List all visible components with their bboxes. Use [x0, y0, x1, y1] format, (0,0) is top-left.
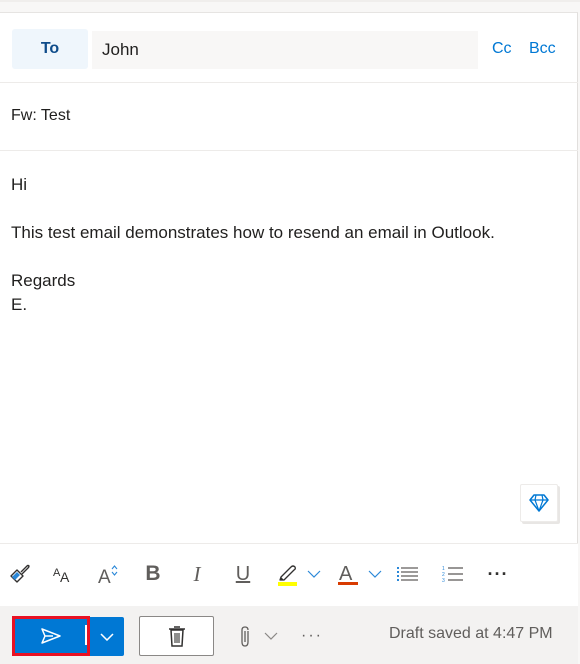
format-painter-button[interactable] [6, 560, 32, 588]
highlighter-icon [278, 565, 297, 586]
bold-button[interactable]: B [142, 560, 164, 588]
editor-button[interactable] [520, 484, 558, 522]
font-color-button[interactable]: A [336, 560, 360, 588]
to-button[interactable]: To [12, 29, 88, 69]
send-divider [85, 625, 87, 645]
paintbrush-icon [10, 564, 30, 583]
highlight-dropdown[interactable] [305, 560, 323, 588]
compose-pane: To John Cc Bcc Fw: Test Hi This test ema… [0, 12, 578, 664]
trash-icon [168, 626, 185, 647]
chevron-down-icon [307, 570, 321, 578]
svg-text:A: A [98, 567, 111, 585]
send-options-dropdown[interactable] [90, 617, 124, 656]
send-icon [41, 628, 61, 644]
action-bar: ··· Draft saved at 4:47 PM [0, 606, 578, 664]
window-top-strip [0, 0, 580, 12]
grow-font-button[interactable]: A [96, 560, 122, 588]
italic-button[interactable]: I [186, 560, 208, 588]
bullets-button[interactable] [396, 560, 420, 588]
chevron-down-icon [264, 632, 278, 640]
body-line: Hi [11, 175, 28, 194]
more-formatting-button[interactable]: ··· [484, 560, 512, 588]
underline-button[interactable]: U [231, 560, 255, 588]
subject-text: Fw: Test [11, 107, 71, 124]
highlight-button[interactable] [274, 560, 300, 588]
send-button[interactable] [12, 616, 90, 656]
discard-button[interactable] [139, 616, 214, 656]
body-line: Regards [11, 271, 76, 290]
chevron-down-icon [100, 632, 114, 641]
grow-font-icon: A [98, 565, 118, 585]
chevron-down-icon [368, 570, 382, 578]
font-size-button[interactable]: A A [50, 560, 76, 588]
font-color-icon: A [338, 563, 358, 585]
numbered-list-icon: 123 [442, 566, 463, 582]
bcc-link[interactable]: Bcc [529, 40, 556, 58]
to-row: To John Cc Bcc [0, 13, 578, 83]
more-actions-button[interactable]: ··· [298, 624, 326, 648]
diamond-icon [529, 494, 549, 512]
bullet-list-icon [397, 567, 418, 581]
body-line: E. [11, 295, 28, 314]
message-body[interactable]: Hi This test email demonstrates how to r… [0, 151, 578, 544]
svg-text:A: A [339, 563, 353, 585]
attach-dropdown[interactable] [261, 626, 281, 646]
font-size-icon: A A [53, 567, 70, 584]
formatting-toolbar: A A A B I U A 1 2 3 ··· [0, 544, 578, 606]
numbering-button[interactable]: 123 [441, 560, 465, 588]
body-line: This test email demonstrates how to rese… [11, 223, 495, 242]
subject-field[interactable]: Fw: Test [0, 83, 578, 151]
recipient-name: John [102, 40, 139, 59]
to-input[interactable]: John [92, 31, 478, 69]
svg-text:A: A [60, 569, 70, 584]
font-color-dropdown[interactable] [366, 560, 384, 588]
svg-text:3: 3 [442, 578, 445, 582]
cc-link[interactable]: Cc [492, 40, 512, 58]
attach-button[interactable] [234, 624, 256, 650]
paperclip-icon [241, 626, 249, 647]
draft-status: Draft saved at 4:47 PM [389, 625, 553, 642]
